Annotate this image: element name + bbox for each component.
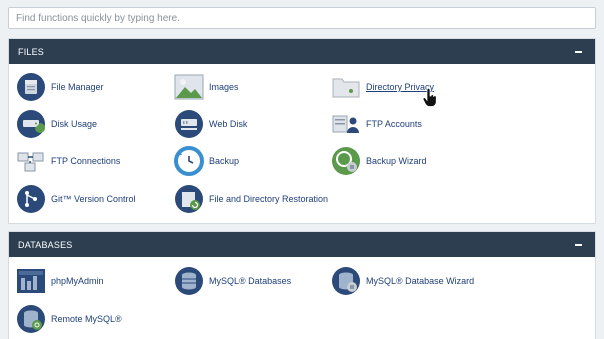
remote-mysql-icon xyxy=(17,305,45,333)
ftp-accounts-link[interactable]: FTP Accounts xyxy=(331,107,422,141)
images-link[interactable]: Images xyxy=(174,70,239,104)
search-input[interactable] xyxy=(9,8,595,29)
restoration-icon xyxy=(175,185,203,213)
file-manager-link[interactable]: File Manager xyxy=(16,70,104,104)
images-label: Images xyxy=(209,82,239,92)
mysql-database-wizard-label: MySQL® Database Wizard xyxy=(366,276,475,286)
mysql-database-wizard-link[interactable]: MySQL® Database Wizard xyxy=(331,264,474,298)
web-disk-icon xyxy=(175,110,203,138)
mysql-databases-icon xyxy=(175,267,203,295)
files-panel-header[interactable]: FILES xyxy=(9,39,595,64)
backup-wizard-link[interactable]: Backup Wizard xyxy=(331,144,427,178)
backup-wizard-icon xyxy=(332,147,360,175)
phpmyadmin-link[interactable]: phpMyAdmin xyxy=(16,264,104,298)
backup-label: Backup xyxy=(209,156,240,166)
images-icon xyxy=(174,74,204,100)
remote-mysql-label: Remote MySQL® xyxy=(51,314,122,324)
disk-usage-icon xyxy=(17,110,45,138)
cpanel-page: FILES File Manager xyxy=(0,0,604,339)
backup-link[interactable]: Backup xyxy=(174,144,239,178)
disk-usage-label: Disk Usage xyxy=(51,119,98,129)
directory-privacy-link[interactable]: Directory Privacy xyxy=(331,70,434,104)
ftp-accounts-icon xyxy=(332,115,359,133)
phpmyadmin-icon xyxy=(17,269,45,293)
backup-icon xyxy=(174,146,204,176)
databases-panel: DATABASES phpMyAdmin MySQL® Databases My… xyxy=(8,231,596,339)
disk-usage-link[interactable]: Disk Usage xyxy=(16,107,97,141)
backup-wizard-label: Backup Wizard xyxy=(366,156,427,166)
file-manager-label: File Manager xyxy=(51,82,104,92)
ftp-connections-label: FTP Connections xyxy=(51,156,121,166)
ftp-connections-link[interactable]: FTP Connections xyxy=(16,144,120,178)
git-version-control-label: Git™ Version Control xyxy=(51,194,136,204)
web-disk-label: Web Disk xyxy=(209,119,248,129)
mysql-databases-label: MySQL® Databases xyxy=(209,276,292,286)
files-panel: FILES File Manager Images Directory Priv… xyxy=(8,38,596,224)
files-panel-title: FILES xyxy=(18,46,45,57)
mysql-databases-link[interactable]: MySQL® Databases xyxy=(174,264,291,298)
search-box[interactable] xyxy=(8,7,596,29)
git-icon xyxy=(17,185,45,213)
collapse-icon[interactable] xyxy=(571,45,585,59)
phpmyadmin-label: phpMyAdmin xyxy=(51,276,104,286)
git-version-control-link[interactable]: Git™ Version Control xyxy=(16,182,136,216)
web-disk-link[interactable]: Web Disk xyxy=(174,107,247,141)
databases-panel-title: DATABASES xyxy=(18,239,73,250)
ftp-accounts-label: FTP Accounts xyxy=(366,119,422,129)
remote-mysql-link[interactable]: Remote MySQL® xyxy=(16,302,122,336)
collapse-icon[interactable] xyxy=(571,238,585,252)
file-directory-restoration-link[interactable]: File and Directory Restoration xyxy=(174,182,328,216)
databases-panel-header[interactable]: DATABASES xyxy=(9,232,595,257)
hand-cursor-icon xyxy=(423,89,437,107)
ftp-connections-icon xyxy=(17,152,44,172)
file-directory-restoration-label: File and Directory Restoration xyxy=(209,194,329,204)
file-manager-icon xyxy=(17,73,45,101)
directory-privacy-icon xyxy=(332,78,360,98)
mysql-wizard-icon xyxy=(332,267,360,295)
